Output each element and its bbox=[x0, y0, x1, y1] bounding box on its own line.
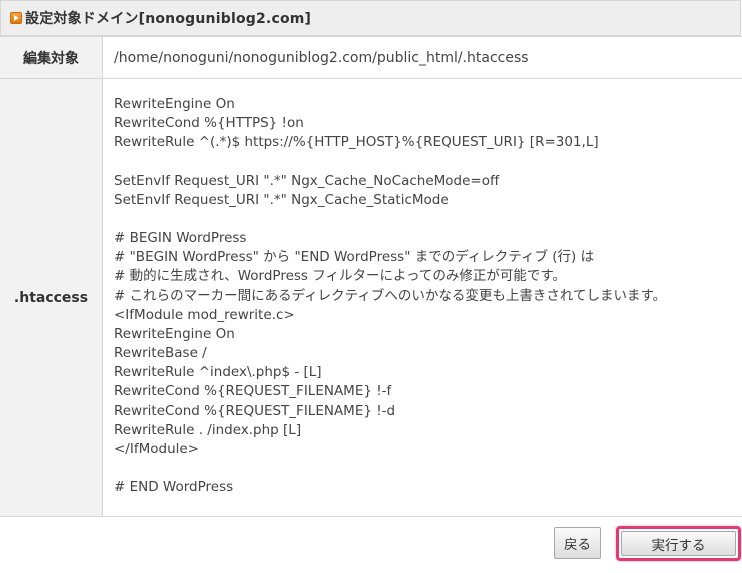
section-title: 設定対象ドメイン[nonoguniblog2.com] bbox=[25, 11, 312, 27]
settings-form-table: 編集対象 /home/nonoguni/nonoguniblog2.com/pu… bbox=[0, 36, 742, 517]
htaccess-content-cell: RewriteEngine On RewriteCond %{HTTPS} !o… bbox=[102, 78, 742, 517]
target-row: 編集対象 /home/nonoguni/nonoguniblog2.com/pu… bbox=[0, 36, 742, 79]
htaccess-edit-panel: 設定対象ドメイン[nonoguniblog2.com] 編集対象 /home/n… bbox=[0, 0, 742, 573]
section-header: 設定対象ドメイン[nonoguniblog2.com] bbox=[0, 0, 741, 36]
target-path-value: /home/nonoguni/nonoguniblog2.com/public_… bbox=[102, 36, 742, 79]
target-label: 編集対象 bbox=[0, 36, 103, 79]
back-button[interactable]: 戻る bbox=[554, 527, 601, 559]
htaccess-label: .htaccess bbox=[0, 78, 103, 517]
execute-button[interactable]: 実行する bbox=[621, 531, 736, 556]
orange-arrow-bullet-icon bbox=[10, 12, 22, 24]
execute-button-highlight: 実行する bbox=[616, 526, 741, 561]
action-buttons: 戻る 実行する bbox=[0, 516, 742, 573]
htaccess-content: RewriteEngine On RewriteCond %{HTTPS} !o… bbox=[114, 96, 667, 496]
htaccess-row: .htaccess RewriteEngine On RewriteCond %… bbox=[0, 78, 742, 517]
